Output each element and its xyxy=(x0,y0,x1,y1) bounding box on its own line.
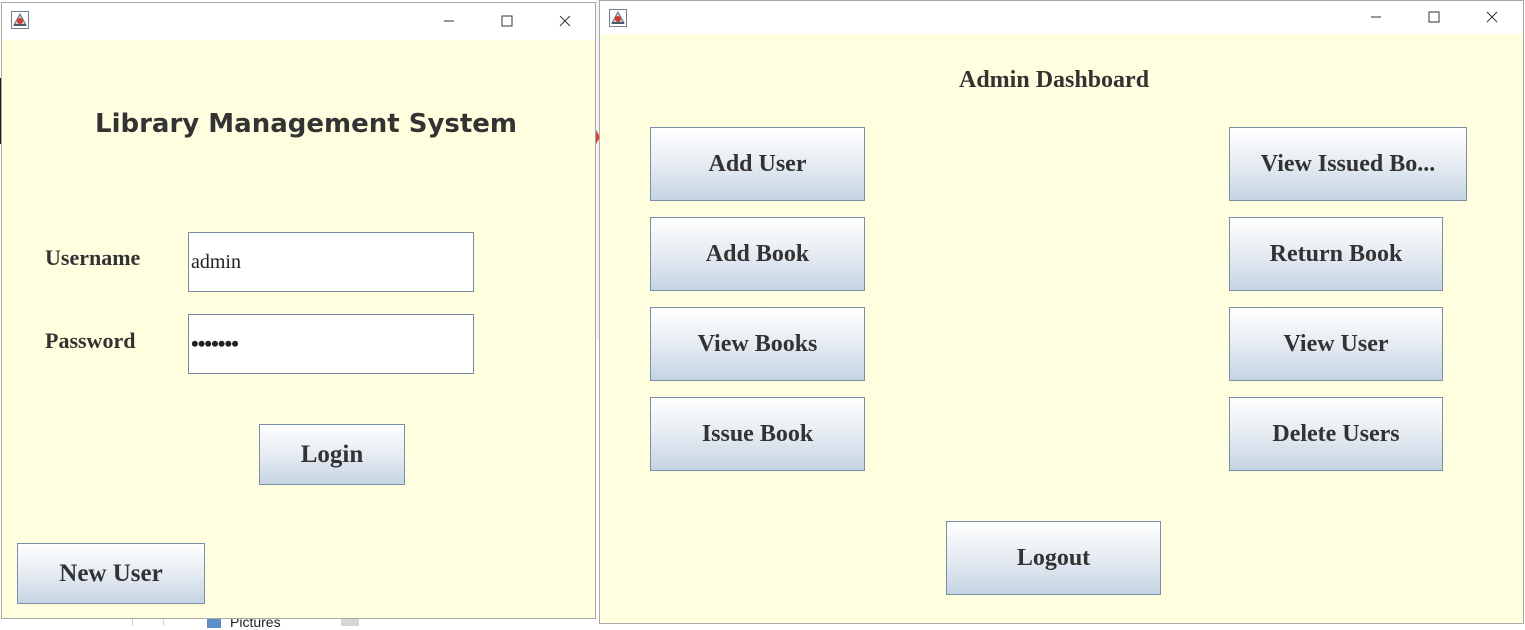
view-books-button[interactable]: View Books xyxy=(650,307,865,381)
add-user-button[interactable]: Add User xyxy=(650,127,865,201)
username-field[interactable] xyxy=(188,232,474,292)
minimize-icon[interactable] xyxy=(420,3,478,39)
java-app-icon xyxy=(609,9,627,27)
delete-users-button[interactable]: Delete Users xyxy=(1229,397,1443,471)
logout-button[interactable]: Logout xyxy=(946,521,1161,595)
password-field[interactable]: ••••••• xyxy=(188,314,474,374)
login-window: Library Management System Username Passw… xyxy=(1,2,596,619)
close-icon[interactable] xyxy=(536,3,594,39)
username-label: Username xyxy=(45,245,141,270)
login-titlebar[interactable] xyxy=(2,3,595,39)
app-title: Library Management System xyxy=(95,109,518,139)
minimize-icon[interactable] xyxy=(1347,1,1405,33)
dashboard-title: Admin Dashboard xyxy=(959,67,1150,93)
admin-titlebar[interactable] xyxy=(600,1,1523,37)
view-issued-books-button[interactable]: View Issued Bo... xyxy=(1229,127,1467,201)
view-user-button[interactable]: View User xyxy=(1229,307,1443,381)
java-app-icon xyxy=(11,11,29,29)
new-user-button[interactable]: New User xyxy=(17,543,205,604)
admin-client-area: Admin Dashboard Add User Add Book View B… xyxy=(600,34,1523,623)
login-client-area: Library Management System Username Passw… xyxy=(2,40,595,618)
admin-window: Admin Dashboard Add User Add Book View B… xyxy=(599,0,1524,624)
login-button[interactable]: Login xyxy=(259,424,405,485)
password-mask: ••••••• xyxy=(191,331,239,356)
password-label: Password xyxy=(45,328,136,353)
add-book-button[interactable]: Add Book xyxy=(650,217,865,291)
close-icon[interactable] xyxy=(1463,1,1521,33)
maximize-icon[interactable] xyxy=(478,3,536,39)
return-book-button[interactable]: Return Book xyxy=(1229,217,1443,291)
maximize-icon[interactable] xyxy=(1405,1,1463,33)
issue-book-button[interactable]: Issue Book xyxy=(650,397,865,471)
